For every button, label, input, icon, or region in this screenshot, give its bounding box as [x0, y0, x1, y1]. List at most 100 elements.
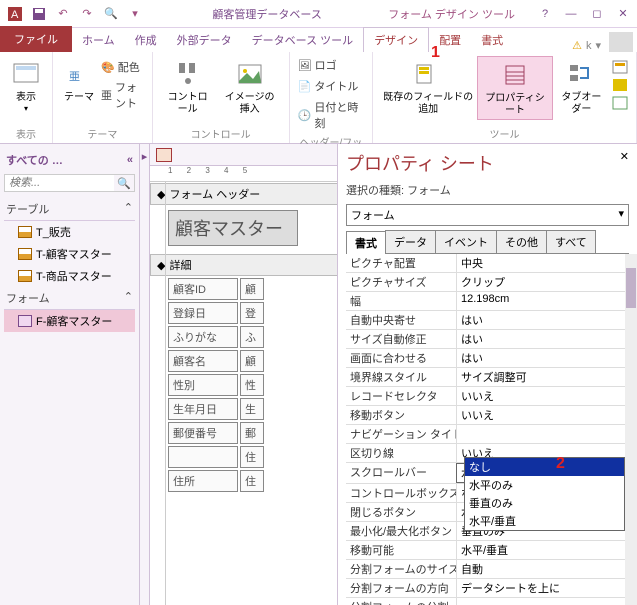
object-selector[interactable]: フォーム▾ [346, 204, 629, 226]
nav-item-form[interactable]: F-顧客マスター [4, 310, 135, 332]
scrollbar-dropdown[interactable]: なし水平のみ垂直のみ水平/垂直 [464, 457, 625, 531]
field-control[interactable]: 性 [240, 374, 264, 396]
search-input[interactable] [5, 175, 114, 191]
field-control[interactable]: 登 [240, 302, 264, 324]
property-row[interactable]: 移動可能水平/垂直 [346, 541, 637, 560]
collapse-bar[interactable]: ▸ [140, 144, 150, 605]
property-value[interactable]: 自動 [456, 560, 637, 578]
alert-badge[interactable]: ⚠k▾ [572, 39, 601, 52]
access-app-icon[interactable]: A [4, 3, 26, 25]
property-row[interactable]: サイズ自動修正はい [346, 330, 637, 349]
prop-tab-data[interactable]: データ [385, 230, 436, 253]
save-icon[interactable] [28, 3, 50, 25]
nav-item-table[interactable]: T_販売 [4, 221, 135, 243]
field-label[interactable]: 生年月日 [168, 398, 238, 420]
nav-item-table[interactable]: T-商品マスター [4, 265, 135, 287]
tab-format[interactable]: 書式 [471, 28, 513, 52]
convert-macro-icon[interactable] [612, 96, 628, 110]
property-value[interactable]: サイズ調整可 [456, 368, 637, 386]
property-row[interactable]: 画面に合わせるはい [346, 349, 637, 368]
property-row[interactable]: 自動中央寄せはい [346, 311, 637, 330]
restore-icon[interactable]: ◻ [587, 4, 607, 24]
property-row[interactable]: ピクチャサイズクリップ [346, 273, 637, 292]
form-title-control[interactable]: 顧客マスター [168, 210, 298, 246]
property-row[interactable]: 分割フォームの分割 [346, 598, 637, 605]
close-icon[interactable]: ✕ [613, 4, 633, 24]
field-label[interactable]: 顧客名 [168, 350, 238, 372]
property-value[interactable] [456, 425, 637, 443]
field-label[interactable]: 郵便番号 [168, 422, 238, 444]
property-value[interactable]: いいえ [456, 406, 637, 424]
undo-icon[interactable]: ↶ [52, 3, 74, 25]
property-value[interactable]: データシートを上に [456, 579, 637, 597]
property-value[interactable]: はい [456, 330, 637, 348]
property-value[interactable]: はい [456, 349, 637, 367]
view-button[interactable]: 表示▾ [6, 56, 46, 115]
code-icon[interactable] [612, 78, 628, 92]
field-control[interactable]: ふ [240, 326, 264, 348]
property-row[interactable]: 幅12.198cm [346, 292, 637, 311]
colors-button[interactable]: 🎨配色 [99, 58, 146, 76]
insert-image-button[interactable]: イメージの挿入 [217, 56, 283, 118]
user-avatar-icon[interactable] [609, 32, 633, 52]
dropdown-option[interactable]: 垂直のみ [465, 494, 624, 512]
property-row[interactable]: ナビゲーション タイトル [346, 425, 637, 444]
property-value[interactable]: はい [456, 311, 637, 329]
minimize-icon[interactable]: — [561, 4, 581, 24]
dropdown-option[interactable]: 水平のみ [465, 476, 624, 494]
dropdown-option[interactable]: 水平/垂直 [465, 512, 624, 530]
field-label[interactable] [168, 446, 238, 468]
nav-search[interactable]: 🔍 [4, 174, 135, 192]
nav-title[interactable]: すべての …« [4, 148, 135, 172]
property-value[interactable]: 12.198cm [456, 292, 637, 310]
field-control[interactable]: 顧 [240, 278, 264, 300]
tab-home[interactable]: ホーム [72, 28, 125, 52]
collapse-nav-icon[interactable]: « [127, 154, 133, 166]
field-control[interactable]: 郵 [240, 422, 264, 444]
add-field-button[interactable]: 既存のフィールドの追加 [379, 56, 477, 120]
controls-button[interactable]: コントロール [159, 56, 217, 118]
prop-tab-event[interactable]: イベント [435, 230, 497, 253]
field-control[interactable]: 住 [240, 470, 264, 492]
qat-dropdown-icon[interactable]: ▾ [124, 3, 146, 25]
field-control[interactable]: 生 [240, 398, 264, 420]
print-preview-icon[interactable]: 🔍 [100, 3, 122, 25]
property-row[interactable]: 分割フォームのサイズ自動 [346, 560, 637, 579]
prop-tab-other[interactable]: その他 [496, 230, 547, 253]
help-icon[interactable]: ? [535, 4, 555, 24]
field-label[interactable]: 登録日 [168, 302, 238, 324]
property-sheet-button[interactable]: プロパティシート [477, 56, 552, 120]
close-property-sheet-icon[interactable]: ✕ [620, 150, 629, 163]
tab-order-button[interactable]: タブオーダー [553, 56, 610, 120]
fonts-button[interactable]: 亜フォント [99, 78, 146, 112]
title-button[interactable]: 📄タイトル [296, 77, 366, 95]
logo-button[interactable]: 🖼ロゴ [296, 56, 366, 74]
property-row[interactable]: 移動ボタンいいえ [346, 406, 637, 425]
property-value[interactable]: クリップ [456, 273, 637, 291]
themes-button[interactable]: 亜 テーマ [59, 56, 99, 112]
field-label[interactable]: 住所 [168, 470, 238, 492]
property-value[interactable]: いいえ [456, 387, 637, 405]
datetime-button[interactable]: 🕒日付と時刻 [296, 98, 366, 132]
subform-icon[interactable] [612, 60, 628, 74]
property-row[interactable]: レコードセレクタいいえ [346, 387, 637, 406]
tab-file[interactable]: ファイル [0, 26, 72, 52]
field-label[interactable]: 顧客ID [168, 278, 238, 300]
field-control[interactable]: 住 [240, 446, 264, 468]
tab-dbtools[interactable]: データベース ツール [242, 28, 364, 52]
tab-design[interactable]: デザイン [363, 27, 429, 52]
field-label[interactable]: ふりがな [168, 326, 238, 348]
property-value[interactable]: 中央 [456, 254, 637, 272]
nav-group-forms[interactable]: フォーム⌃ [4, 287, 135, 310]
property-value[interactable]: 水平/垂直 [456, 541, 637, 559]
nav-group-tables[interactable]: テーブル⌃ [4, 198, 135, 221]
property-scrollbar[interactable] [625, 254, 637, 605]
dropdown-option[interactable]: なし [465, 458, 624, 476]
property-row[interactable]: 境界線スタイルサイズ調整可 [346, 368, 637, 387]
field-label[interactable]: 性別 [168, 374, 238, 396]
redo-icon[interactable]: ↷ [76, 3, 98, 25]
search-icon[interactable]: 🔍 [114, 175, 134, 191]
property-value[interactable] [456, 598, 637, 605]
prop-tab-format[interactable]: 書式 [346, 231, 386, 254]
field-control[interactable]: 顧 [240, 350, 264, 372]
